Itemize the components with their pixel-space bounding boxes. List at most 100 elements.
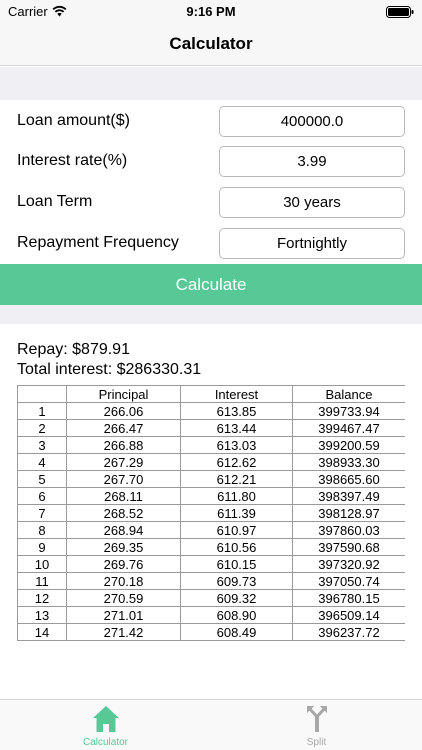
- table-cell: 608.49: [180, 623, 293, 641]
- calculate-button[interactable]: Calculate: [0, 264, 422, 305]
- table-cell: 271.42: [66, 623, 181, 641]
- section-separator: [0, 305, 422, 324]
- table-cell: 399467.47: [292, 419, 405, 437]
- table-header: Principal: [66, 385, 181, 403]
- loan-term-row: Loan Term 30 years: [0, 183, 422, 223]
- row-number-cell: 1: [17, 402, 67, 420]
- table-cell: 398933.30: [292, 453, 405, 471]
- loan-term-field[interactable]: 30 years: [219, 187, 405, 218]
- row-number-cell: 11: [17, 572, 67, 590]
- table-cell: 613.85: [180, 402, 293, 420]
- row-number-cell: 6: [17, 487, 67, 505]
- table-header-row: Principal Interest Balance: [17, 385, 405, 403]
- table-row: 7 268.52 611.39 398128.97: [17, 504, 405, 522]
- table-cell: 397320.92: [292, 555, 405, 573]
- home-icon: [93, 706, 119, 732]
- page-title: Calculator: [169, 34, 253, 53]
- interest-rate-field[interactable]: 3.99: [219, 146, 405, 177]
- table-cell: 398397.49: [292, 487, 405, 505]
- row-number-cell: 4: [17, 453, 67, 471]
- tab-label: Calculator: [82, 737, 129, 748]
- table-row: 13 271.01 608.90 396509.14: [17, 606, 405, 624]
- table-row: 6 268.11 611.80 398397.49: [17, 487, 405, 505]
- table-cell: 610.15: [180, 555, 293, 573]
- section-separator: [0, 67, 422, 100]
- table-cell: 268.11: [66, 487, 181, 505]
- table-cell: 399200.59: [292, 436, 405, 454]
- table-cell: 611.39: [180, 504, 293, 522]
- row-number-cell: 10: [17, 555, 67, 573]
- tab-bar: Calculator Split: [0, 699, 422, 750]
- table-row: 8 268.94 610.97 397860.03: [17, 521, 405, 539]
- table-cell: 608.90: [180, 606, 293, 624]
- total-interest: Total interest: $286330.31: [17, 361, 202, 378]
- table-row: 2 266.47 613.44 399467.47: [17, 419, 405, 437]
- amortization-table: Principal Interest Balance 1 266.06 613.85…: [17, 385, 405, 641]
- row-number-cell: 12: [17, 589, 67, 607]
- table-cell: 269.76: [66, 555, 181, 573]
- table-row: 14 271.42 608.49 396237.72: [17, 623, 405, 641]
- table-cell: 610.56: [180, 538, 293, 556]
- table-cell: 266.88: [66, 436, 181, 454]
- table-cell: 396509.14: [292, 606, 405, 624]
- table-row: 4 267.29 612.62 398933.30: [17, 453, 405, 471]
- status-time: 9:16 PM: [186, 4, 236, 19]
- table-cell: 613.44: [180, 419, 293, 437]
- loan-amount-field[interactable]: 400000.0: [219, 106, 405, 137]
- repay-amount: Repay: $879.91: [17, 341, 130, 358]
- table-header: [17, 385, 67, 403]
- table-cell: 268.94: [66, 521, 181, 539]
- table-cell: 398128.97: [292, 504, 405, 522]
- row-number-cell: 9: [17, 538, 67, 556]
- table-cell: 397050.74: [292, 572, 405, 590]
- tab-calculator[interactable]: Calculator: [0, 700, 211, 750]
- table-cell: 609.73: [180, 572, 293, 590]
- interest-rate-label: Interest rate(%): [17, 152, 128, 169]
- table-cell: 266.47: [66, 419, 181, 437]
- row-number-cell: 3: [17, 436, 67, 454]
- table-header: Interest: [180, 385, 293, 403]
- table-cell: 612.62: [180, 453, 293, 471]
- table-cell: 270.59: [66, 589, 181, 607]
- row-number-cell: 14: [17, 623, 67, 641]
- table-row: 1 266.06 613.85 399733.94: [17, 402, 405, 420]
- table-cell: 270.18: [66, 572, 181, 590]
- loan-term-label: Loan Term: [17, 193, 93, 210]
- table-row: 10 269.76 610.15 397320.92: [17, 555, 405, 573]
- table-cell: 267.29: [66, 453, 181, 471]
- table-cell: 609.32: [180, 589, 293, 607]
- table-row: 11 270.18 609.73 397050.74: [17, 572, 405, 590]
- navigation-bar: Calculator: [0, 24, 422, 66]
- table-cell: 610.97: [180, 521, 293, 539]
- loan-amount-label: Loan amount($): [17, 112, 130, 129]
- row-number-cell: 7: [17, 504, 67, 522]
- repayment-frequency-label: Repayment Frequency: [17, 234, 179, 251]
- table-cell: 613.03: [180, 436, 293, 454]
- row-number-cell: 13: [17, 606, 67, 624]
- table-cell: 396237.72: [292, 623, 405, 641]
- table-cell: 271.01: [66, 606, 181, 624]
- tab-split[interactable]: Split: [211, 700, 422, 750]
- table-row: 9 269.35 610.56 397590.68: [17, 538, 405, 556]
- interest-rate-row: Interest rate(%) 3.99: [0, 142, 422, 182]
- table-cell: 399733.94: [292, 402, 405, 420]
- table-header: Balance: [292, 385, 405, 403]
- amortization-table-container[interactable]: Principal Interest Balance 1 266.06 613.85…: [17, 385, 405, 648]
- status-bar: Carrier 9:16 PM: [0, 0, 422, 24]
- repayment-frequency-field[interactable]: Fortnightly: [219, 228, 405, 259]
- row-number-cell: 8: [17, 521, 67, 539]
- table-row: 5 267.70 612.21 398665.60: [17, 470, 405, 488]
- table-cell: 269.35: [66, 538, 181, 556]
- table-row: 12 270.59 609.32 396780.15: [17, 589, 405, 607]
- loan-amount-row: Loan amount($) 400000.0: [0, 102, 422, 142]
- table-cell: 396780.15: [292, 589, 405, 607]
- table-cell: 398665.60: [292, 470, 405, 488]
- row-number-cell: 5: [17, 470, 67, 488]
- tab-label: Split: [306, 737, 327, 748]
- table-row: 3 266.88 613.03 399200.59: [17, 436, 405, 454]
- table-cell: 611.80: [180, 487, 293, 505]
- battery-icon: [386, 6, 414, 18]
- row-number-cell: 2: [17, 419, 67, 437]
- table-cell: 397860.03: [292, 521, 405, 539]
- split-icon: [307, 706, 327, 732]
